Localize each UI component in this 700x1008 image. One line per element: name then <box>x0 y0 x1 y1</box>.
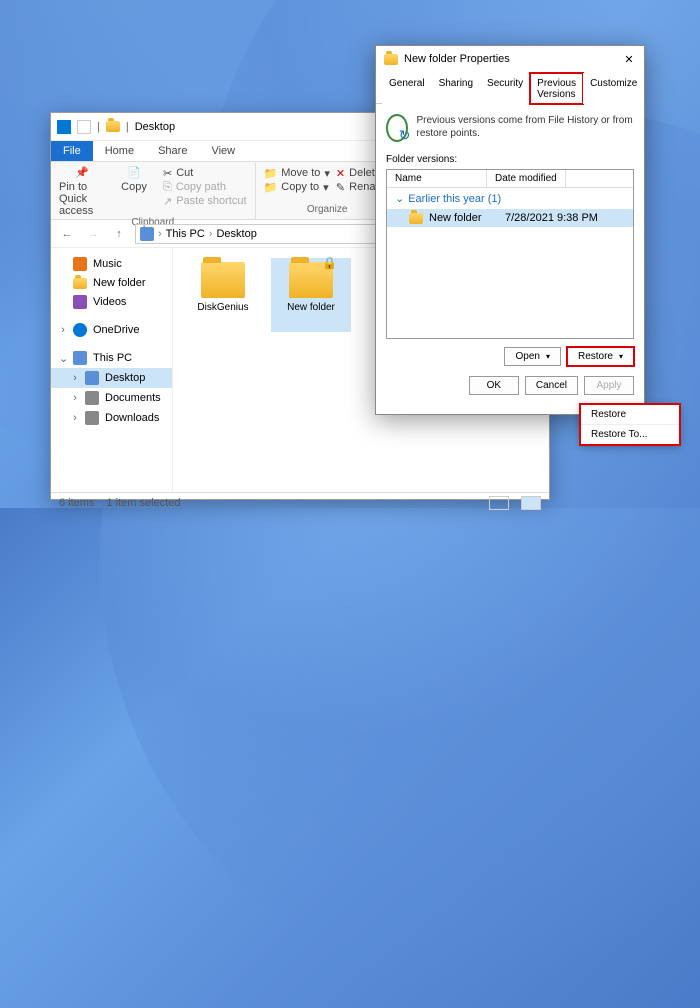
window-title: Desktop <box>135 121 175 133</box>
version-item[interactable]: New folder 7/28/2021 9:38 PM <box>387 209 633 227</box>
explorer-icon-2 <box>77 120 91 134</box>
pin-icon: 📌 <box>75 166 89 179</box>
nav-thispc[interactable]: ⌄This PC <box>51 348 172 368</box>
folder-icon <box>409 213 423 224</box>
tab-share[interactable]: Share <box>146 141 199 161</box>
tab-customize[interactable]: Customize <box>583 73 644 104</box>
video-icon <box>73 295 87 309</box>
pc-icon <box>73 351 87 365</box>
chevron-down-icon: ⌄ <box>395 192 404 205</box>
nav-videos[interactable]: Videos <box>51 292 172 312</box>
forward-button[interactable]: → <box>83 224 103 244</box>
tab-home[interactable]: Home <box>93 141 146 161</box>
col-date[interactable]: Date modified <box>487 170 566 187</box>
open-button[interactable]: Open <box>504 347 560 366</box>
info-text: Previous versions come from File History… <box>416 114 634 140</box>
folder-icon <box>201 262 245 298</box>
download-icon <box>85 411 99 425</box>
properties-dialog: New folder Properties ✕ General Sharing … <box>375 45 645 415</box>
nav-onedrive[interactable]: ›OneDrive <box>51 320 172 340</box>
shortcut-icon: ↗ <box>163 195 172 208</box>
copy-icon: 📄 <box>127 166 141 179</box>
folder-versions-label: Folder versions: <box>386 154 634 165</box>
moveto-button[interactable]: 📁Move to▾ <box>264 166 330 180</box>
menu-restore[interactable]: Restore <box>581 405 679 425</box>
status-bar: 6 items 1 item selected <box>51 492 549 512</box>
desktop-icon <box>85 371 99 385</box>
doc-icon <box>85 391 99 405</box>
cancel-button[interactable]: Cancel <box>525 376 578 395</box>
dialog-titlebar[interactable]: New folder Properties ✕ <box>376 46 644 72</box>
up-button[interactable]: ↑ <box>109 224 129 244</box>
nav-documents[interactable]: ›Documents <box>51 388 172 408</box>
path-icon: ⎘ <box>163 181 172 194</box>
ok-button[interactable]: OK <box>469 376 519 395</box>
file-diskgenius[interactable]: DiskGenius <box>183 258 263 332</box>
nav-pane: Music New folder Videos ›OneDrive ⌄This … <box>51 248 173 492</box>
pin-button[interactable]: 📌Pin to Quick access <box>59 166 105 217</box>
copyto-icon: 📁 <box>264 181 278 194</box>
folder-icon <box>73 278 87 289</box>
restore-menu: Restore Restore To... <box>580 404 680 445</box>
folder-lock-icon <box>289 262 333 298</box>
tab-view[interactable]: View <box>199 141 247 161</box>
status-selected: 1 item selected <box>106 497 180 509</box>
move-icon: 📁 <box>264 167 278 180</box>
music-icon <box>73 257 87 271</box>
folder-icon <box>106 121 120 132</box>
rename-icon: ✎ <box>336 181 345 194</box>
cloud-icon <box>73 323 87 337</box>
nav-music[interactable]: Music <box>51 254 172 274</box>
file-newfolder[interactable]: New folder <box>271 258 351 332</box>
layout-details-button[interactable] <box>489 496 509 510</box>
menu-restore-to[interactable]: Restore To... <box>581 425 679 444</box>
tab-security[interactable]: Security <box>480 73 530 104</box>
copypath-button[interactable]: ⎘Copy path <box>163 180 247 194</box>
cut-button[interactable]: ✂Cut <box>163 166 247 180</box>
organize-group-label: Organize <box>264 204 391 215</box>
tab-general[interactable]: General <box>382 73 432 104</box>
tab-previous-versions[interactable]: Previous Versions <box>530 73 583 104</box>
property-tabs: General Sharing Security Previous Versio… <box>376 72 644 104</box>
tab-sharing[interactable]: Sharing <box>432 73 480 104</box>
pc-icon <box>140 227 154 241</box>
explorer-icon <box>57 120 71 134</box>
col-name[interactable]: Name <box>387 170 487 187</box>
versions-list[interactable]: Name Date modified ⌄Earlier this year (1… <box>386 169 634 339</box>
copy-button[interactable]: 📄Copy <box>111 166 157 193</box>
scissors-icon: ✂ <box>163 167 172 180</box>
nav-downloads[interactable]: ›Downloads <box>51 408 172 428</box>
dialog-title: New folder Properties <box>404 53 510 65</box>
crumb-thispc[interactable]: This PC <box>166 228 205 240</box>
restore-button[interactable]: Restore <box>567 347 634 366</box>
tab-file[interactable]: File <box>51 141 93 161</box>
version-group[interactable]: ⌄Earlier this year (1) <box>387 188 633 209</box>
nav-desktop[interactable]: ›Desktop <box>51 368 172 388</box>
back-button[interactable]: ← <box>57 224 77 244</box>
layout-icons-button[interactable] <box>521 496 541 510</box>
status-count: 6 items <box>59 497 94 509</box>
copyto-button[interactable]: 📁Copy to▾ <box>264 180 330 194</box>
crumb-desktop[interactable]: Desktop <box>216 228 256 240</box>
folder-icon <box>384 54 398 65</box>
nav-newfolder[interactable]: New folder <box>51 274 172 292</box>
delete-icon: ✕ <box>336 167 345 180</box>
apply-button[interactable]: Apply <box>584 376 634 395</box>
history-icon <box>386 114 408 142</box>
close-button[interactable]: ✕ <box>622 53 636 66</box>
pasteshortcut-button[interactable]: ↗Paste shortcut <box>163 194 247 208</box>
